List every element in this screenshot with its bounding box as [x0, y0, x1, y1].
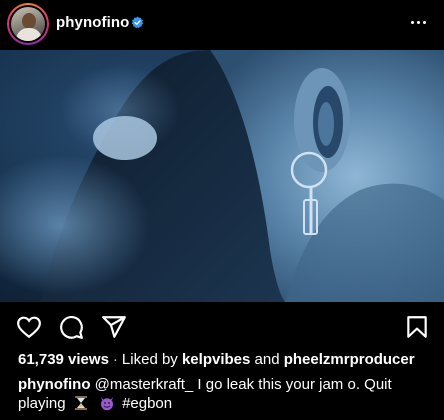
caption-username[interactable]: phynofino	[18, 376, 90, 393]
verified-badge-icon	[131, 16, 144, 29]
views-count[interactable]: 61,739 views	[18, 351, 109, 368]
hourglass-icon	[74, 396, 87, 410]
hashtag-link[interactable]: #egbon	[122, 395, 172, 412]
comment-icon[interactable]	[58, 314, 84, 340]
post-photo[interactable]	[0, 50, 444, 302]
avatar[interactable]	[11, 7, 45, 41]
post-caption: phynofino @masterkraft_ I go leak this y…	[18, 375, 428, 413]
username[interactable]: phynofino	[56, 14, 129, 31]
action-bar	[0, 312, 444, 344]
heart-icon[interactable]	[16, 314, 42, 340]
photo-image	[0, 50, 444, 302]
bookmark-icon[interactable]	[404, 314, 430, 340]
liked-by-user[interactable]: kelpvibes	[182, 351, 250, 368]
post-header: phynofino	[0, 0, 444, 50]
more-options-icon[interactable]	[408, 12, 430, 32]
paper-plane-icon[interactable]	[101, 314, 127, 340]
smiling-imp-icon	[100, 397, 113, 411]
liked-by-user[interactable]: pheelzmrproducer	[284, 351, 415, 368]
story-ring[interactable]	[7, 3, 49, 45]
post-stats: 61,739 views · Liked by kelpvibes and phee…	[18, 351, 415, 368]
